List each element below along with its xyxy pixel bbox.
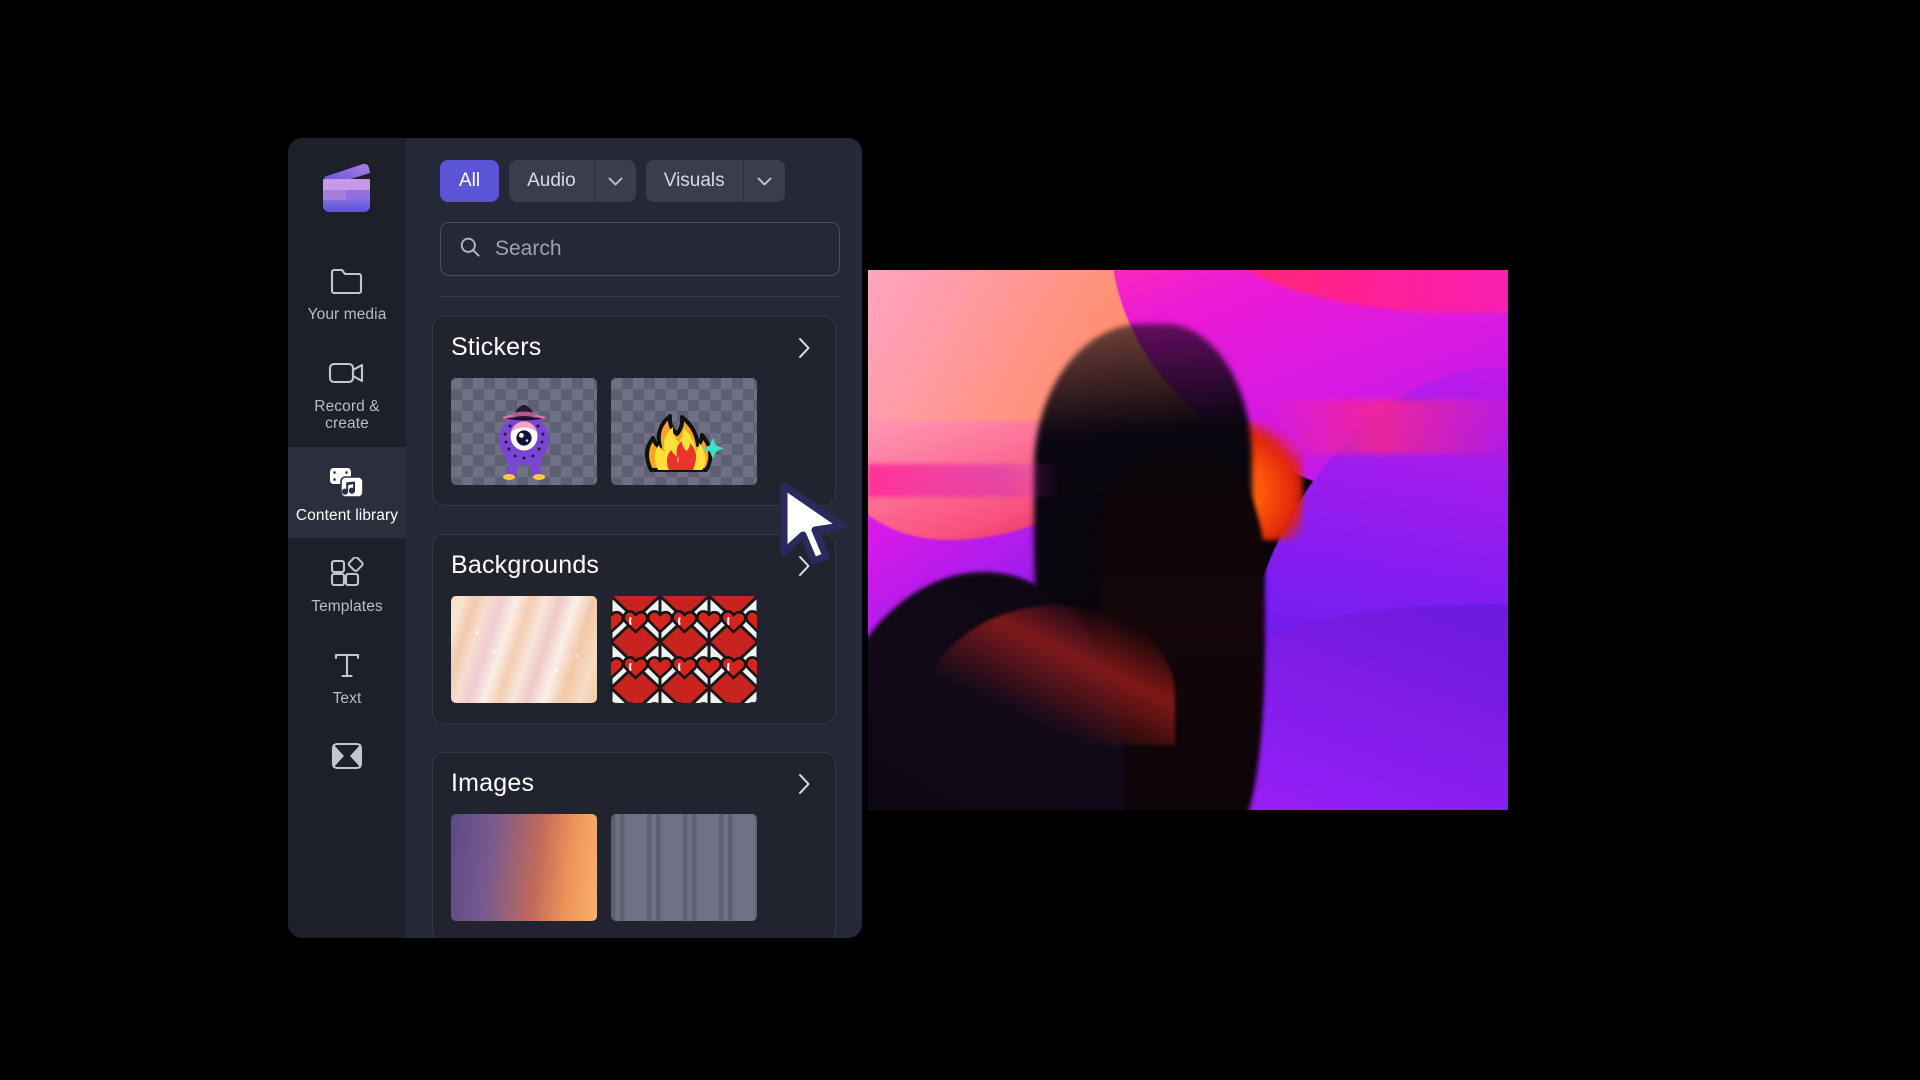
abstract-gradient-artwork (868, 270, 1508, 810)
clapperboard-icon (318, 160, 376, 216)
sidebar-item-label: Content library (295, 506, 399, 524)
search-icon (459, 236, 481, 263)
section-stickers: Stickers (432, 316, 836, 506)
transitions-icon (294, 737, 400, 775)
chevron-down-icon[interactable] (593, 160, 636, 202)
chevron-down-icon[interactable] (742, 160, 785, 202)
content-library-panel: All Audio Visuals Search Stickers Backgr… (406, 138, 862, 938)
filter-visuals-button[interactable]: Visuals (646, 160, 743, 202)
section-images: Images (432, 752, 836, 938)
sidebar-item-content-library[interactable]: Content library (288, 446, 406, 538)
search-placeholder: Search (495, 237, 562, 260)
screen: Your media Record & create Content libra… (0, 0, 1920, 1080)
library-sections-scroll[interactable]: Stickers Backgrounds Images (406, 316, 862, 938)
filter-visuals-split-button: Visuals (645, 160, 785, 202)
folder-icon (294, 262, 400, 300)
pixel-hearts-background[interactable] (611, 596, 757, 703)
text-t-icon (294, 646, 400, 684)
purple-cyclops-monster-sticker[interactable] (451, 378, 597, 485)
sidebar-item-label: Templates (311, 598, 383, 615)
section-title: Backgrounds (451, 551, 600, 579)
flame-sticker[interactable] (611, 378, 757, 485)
checkered-image-thumbnail[interactable] (611, 814, 757, 921)
sidebar-item-label: Text (332, 689, 362, 707)
sidebar-item-your-media[interactable]: Your media (288, 246, 406, 338)
pastel-swirl-background[interactable] (451, 596, 597, 703)
templates-grid-icon (294, 554, 400, 592)
section-header: Stickers (451, 333, 817, 362)
chevron-right-icon[interactable] (791, 771, 817, 797)
sidebar-item-templates[interactable]: Templates (288, 538, 406, 630)
search-input[interactable]: Search (440, 222, 840, 276)
filter-all-chip[interactable]: All (440, 160, 500, 202)
sidebar-item-text[interactable]: Text (288, 630, 406, 722)
sidebar-item-label: Your media (307, 306, 387, 323)
section-title: Images (451, 769, 535, 797)
sidebar-item-record-create[interactable]: Record & create (288, 338, 406, 447)
filter-audio-button[interactable]: Audio (509, 160, 594, 202)
section-thumbnails (451, 814, 817, 921)
video-camera-icon (294, 354, 400, 392)
section-header: Backgrounds (451, 551, 817, 580)
gradient-image-thumbnail[interactable] (451, 814, 597, 921)
section-backgrounds: Backgrounds (432, 534, 836, 724)
chevron-right-icon[interactable] (791, 335, 817, 361)
media-music-icon (294, 463, 400, 501)
chevron-right-icon[interactable] (791, 553, 817, 579)
section-header: Images (451, 769, 817, 798)
sidebar-item-label: Record & create (314, 397, 380, 433)
section-thumbnails (451, 378, 817, 485)
sidebar-item-transitions[interactable] (288, 721, 406, 789)
sidebar-rail: Your media Record & create Content libra… (288, 138, 406, 938)
filter-audio-split-button: Audio (509, 160, 636, 202)
filter-chips: All Audio Visuals (440, 160, 785, 202)
section-thumbnails (451, 596, 817, 703)
panel-divider (440, 296, 840, 297)
sidebar-nav: Your media Record & create Content libra… (288, 246, 406, 789)
section-title: Stickers (451, 333, 542, 361)
video-preview (868, 270, 1508, 810)
